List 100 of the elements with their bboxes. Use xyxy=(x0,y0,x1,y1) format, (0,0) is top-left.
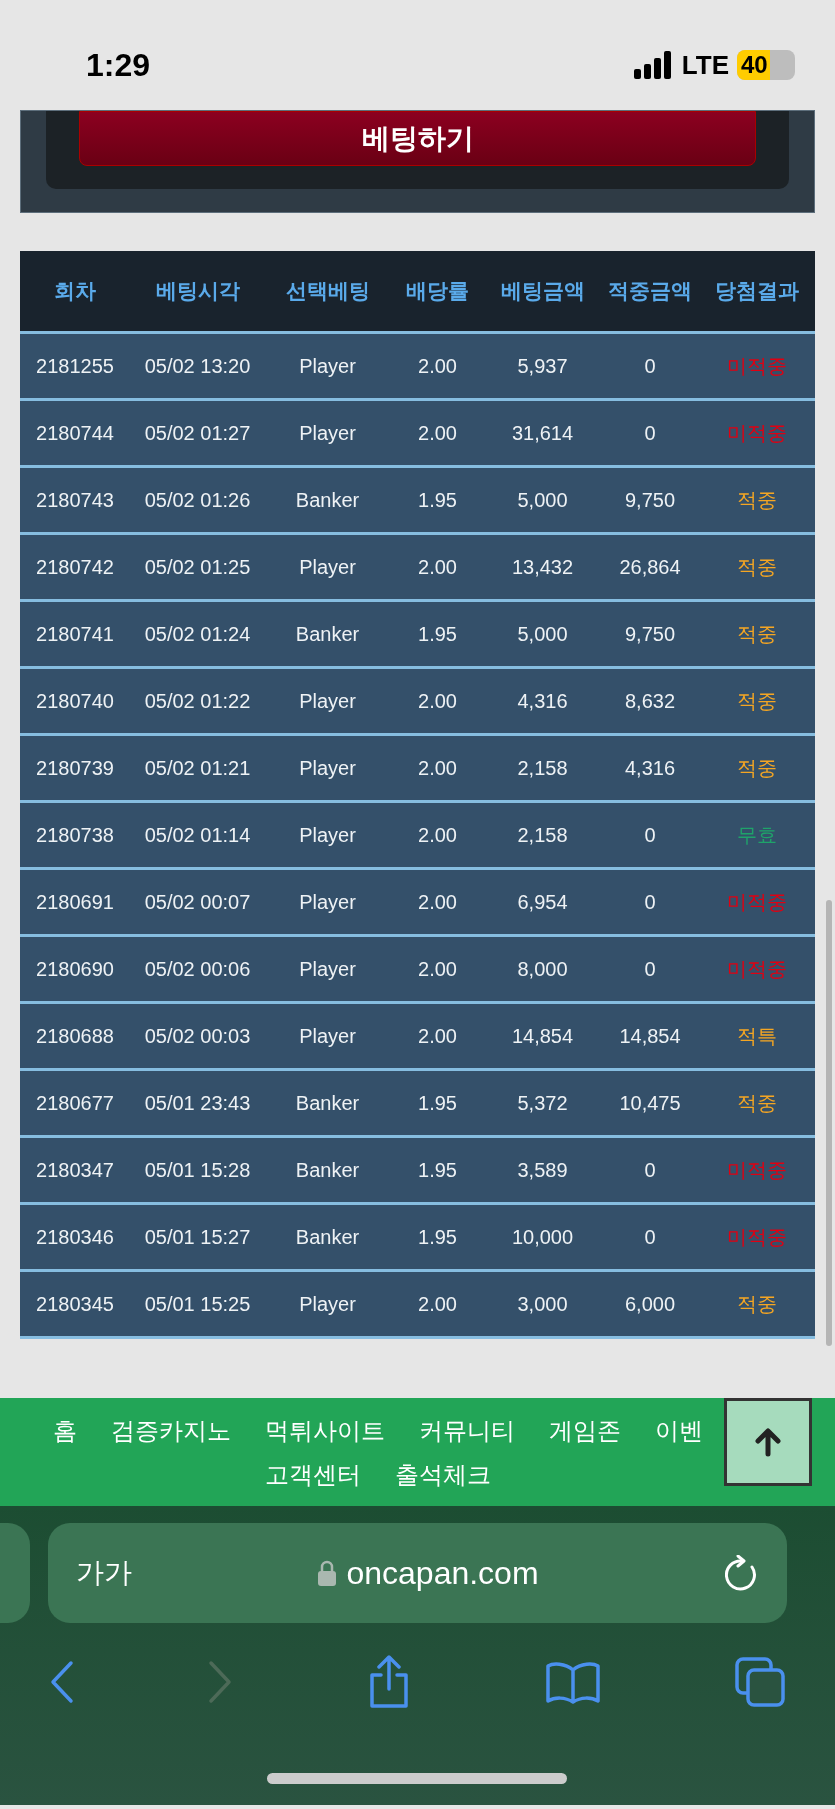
table-cell-text: Banker xyxy=(294,1225,361,1250)
lock-icon xyxy=(318,1560,337,1586)
table-cell-text: Banker xyxy=(294,1091,361,1116)
nav-link[interactable]: 검증카지노 xyxy=(110,1414,231,1448)
table-cell-text: Banker xyxy=(294,1158,361,1183)
tabs-icon[interactable] xyxy=(735,1657,785,1707)
battery-indicator: 40 xyxy=(737,50,795,80)
column-header: 회차 xyxy=(53,278,97,305)
table-cell-text: 13,432 xyxy=(510,555,575,580)
table-cell-text: 05/02 01:27 xyxy=(143,421,252,446)
table-cell-text: 2.00 xyxy=(417,555,458,580)
table-cell-text: 2.00 xyxy=(417,689,458,714)
table-cell-text: Player xyxy=(298,1024,357,1049)
forward-icon[interactable] xyxy=(208,1660,233,1704)
result-cell-text: 적중 xyxy=(735,689,778,714)
result-cell-text: 미적중 xyxy=(725,421,788,446)
back-icon[interactable] xyxy=(50,1660,74,1704)
nav-link[interactable]: 먹튀사이트 xyxy=(264,1414,385,1448)
table-cell-text: 8,632 xyxy=(623,689,677,714)
text-size-button[interactable]: 가가 xyxy=(76,1552,132,1594)
table-cell-text: 0 xyxy=(643,421,657,446)
nav-link[interactable]: 커뮤니티 xyxy=(418,1414,515,1448)
table-cell-text: 2,158 xyxy=(516,756,569,781)
table-cell-text: Player xyxy=(298,354,357,379)
result-cell-text: 적중 xyxy=(735,488,778,513)
table-cell-text: 05/02 13:20 xyxy=(143,354,252,379)
table-cell-text: 1.95 xyxy=(417,622,458,647)
table-cell-text: 0 xyxy=(643,354,657,379)
table-cell-text: 1.95 xyxy=(417,1158,458,1183)
column-header: 베팅시각 xyxy=(154,278,241,305)
table-cell-text: 1.95 xyxy=(417,488,458,513)
table-cell-text: 05/01 23:43 xyxy=(143,1091,252,1116)
nav-link[interactable]: 출석체크 xyxy=(394,1458,491,1492)
table-cell-text: 2.00 xyxy=(417,1292,458,1317)
result-cell-text: 무효 xyxy=(735,823,778,848)
table-cell-text: 4,316 xyxy=(623,756,677,781)
table-cell-text: 31,614 xyxy=(510,421,575,446)
table-cell-text: 2180739 xyxy=(35,756,115,781)
bookmarks-icon[interactable] xyxy=(544,1660,601,1704)
scroll-top-button[interactable] xyxy=(724,1398,812,1486)
column-header: 베팅금액 xyxy=(499,278,586,305)
table-cell-text: 6,000 xyxy=(623,1292,677,1317)
table-cell-text: 3,589 xyxy=(516,1158,569,1183)
result-cell-text: 미적중 xyxy=(725,890,788,915)
table-cell-text: 10,000 xyxy=(510,1225,575,1250)
table-cell-text: 5,000 xyxy=(516,622,569,647)
column-header: 배당률 xyxy=(405,278,470,305)
table-cell-text: 05/02 01:22 xyxy=(143,689,252,714)
table-cell-text: Banker xyxy=(294,622,361,647)
table-cell-text: 26,864 xyxy=(618,555,682,580)
table-cell-text: 2180688 xyxy=(35,1024,115,1049)
nav-link[interactable]: 이벤 xyxy=(654,1414,703,1448)
table-cell-text: Player xyxy=(298,890,357,915)
nav-link[interactable]: 게임존 xyxy=(548,1414,621,1448)
table-cell-text: 05/01 15:25 xyxy=(143,1292,252,1317)
table-cell-text: 1.95 xyxy=(417,1091,458,1116)
address-bar[interactable]: 가가 oncapan.com xyxy=(48,1523,787,1623)
table-cell-text: 6,954 xyxy=(516,890,569,915)
table-cell-text: Player xyxy=(298,1292,357,1317)
column-header: 적중금액 xyxy=(607,278,693,305)
table-cell-text: 2180744 xyxy=(35,421,115,446)
reload-icon[interactable] xyxy=(725,1555,759,1591)
table-cell-text: Banker xyxy=(294,488,361,513)
table-cell-text: 2180738 xyxy=(35,823,115,848)
scrollbar[interactable] xyxy=(826,900,832,1346)
table-cell-text: 2180740 xyxy=(35,689,115,714)
status-time: 1:29 xyxy=(86,46,151,85)
table-cell-text: 2180347 xyxy=(35,1158,115,1183)
table-cell-text: Player xyxy=(298,555,357,580)
table-cell-text: Player xyxy=(298,689,357,714)
table-cell-text: 2180742 xyxy=(35,555,115,580)
table-cell-text: 05/02 00:03 xyxy=(143,1024,252,1049)
table-cell-text: 3,000 xyxy=(516,1292,569,1317)
result-cell-text: 미적중 xyxy=(725,1158,788,1183)
table-cell-text: 05/02 01:26 xyxy=(143,488,252,513)
column-header: 선택베팅 xyxy=(284,278,371,305)
table-cell-text: 05/01 15:28 xyxy=(143,1158,252,1183)
adjacent-tab[interactable] xyxy=(0,1523,30,1623)
table-cell-text: 14,854 xyxy=(510,1024,575,1049)
table-cell-text: 2.00 xyxy=(417,354,458,379)
result-cell-text: 적중 xyxy=(735,756,778,781)
table-cell-text: 9,750 xyxy=(623,488,677,513)
table-cell-text: 2180691 xyxy=(35,890,115,915)
nav-link[interactable]: 고객센터 xyxy=(264,1458,361,1492)
result-cell-text: 적중 xyxy=(735,555,778,580)
table-cell-text: 2.00 xyxy=(417,823,458,848)
bet-button[interactable]: 베팅하기 xyxy=(79,111,756,166)
table-cell-text: Player xyxy=(298,957,357,982)
table-cell-text: 2180741 xyxy=(35,622,115,647)
table-cell-text: 9,750 xyxy=(623,622,677,647)
result-cell-text: 미적중 xyxy=(725,1225,788,1250)
table-cell-text: 2.00 xyxy=(417,890,458,915)
nav-link[interactable]: 홈 xyxy=(52,1414,77,1448)
table-cell-text: 05/02 00:06 xyxy=(143,957,252,982)
table-cell-text: 0 xyxy=(643,957,657,982)
table-cell-text: 05/02 01:14 xyxy=(143,823,252,848)
table-cell-text: Player xyxy=(298,756,357,781)
arrow-up-icon xyxy=(753,1427,783,1457)
table-cell-text: 0 xyxy=(643,890,657,915)
table-cell-text: 0 xyxy=(643,1158,657,1183)
